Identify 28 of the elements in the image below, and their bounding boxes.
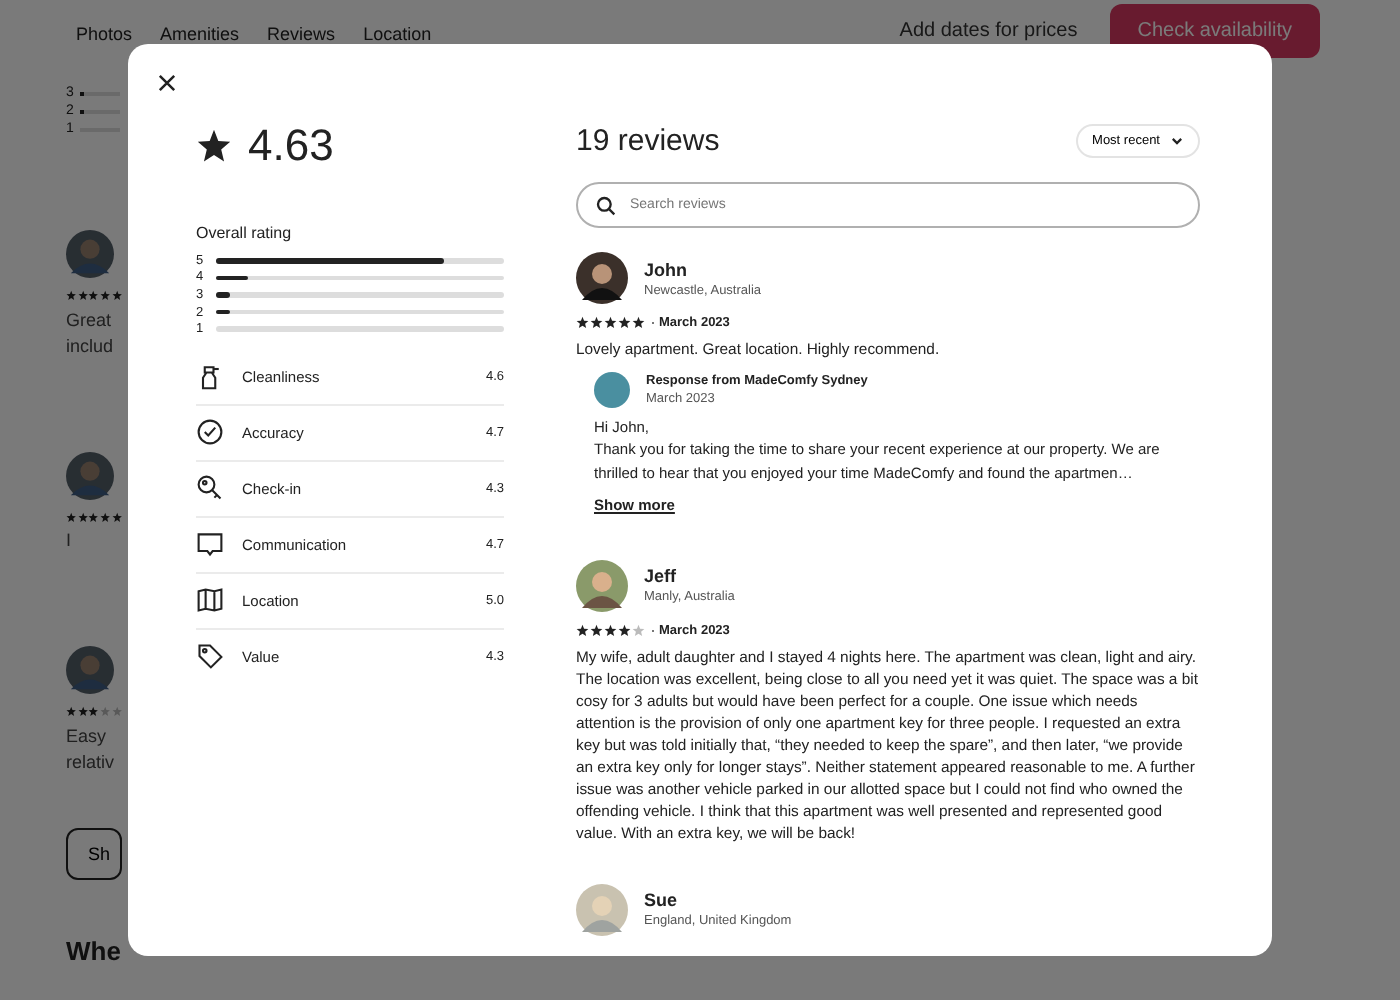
check-circle-icon — [196, 418, 224, 447]
nav-tab[interactable]: Amenities — [160, 24, 240, 44]
key-icon — [196, 474, 224, 503]
review-text: Great — [66, 307, 114, 333]
section-heading: Whe — [66, 935, 122, 965]
speech-bubble-icon — [196, 530, 224, 559]
price-hint: Add dates for prices — [899, 19, 1078, 41]
average-rating: 4.63 — [248, 120, 334, 172]
show-all-button[interactable]: Sh — [66, 827, 122, 879]
star-icon — [196, 128, 232, 164]
chevron-down-icon — [1170, 134, 1184, 148]
map-icon — [196, 586, 224, 615]
reviewer-name: Jeff — [644, 566, 679, 587]
spray-bottle-icon — [196, 362, 224, 391]
review-text: Easy — [66, 723, 109, 749]
overall-rating-title: Overall rating — [196, 224, 294, 242]
close-icon — [157, 73, 175, 91]
review-text: I — [66, 528, 74, 554]
nav-tab[interactable]: Photos — [76, 24, 133, 44]
review-text: relativ — [66, 749, 117, 775]
reviewer-name: John — [644, 259, 689, 279]
nav-tab[interactable]: Reviews — [267, 24, 336, 44]
reviews-count: 19 reviews — [576, 124, 720, 158]
tag-icon — [196, 642, 224, 671]
logo-icon — [594, 372, 630, 408]
reviewer-name: Sue — [644, 890, 680, 911]
nav-tab[interactable]: Location — [363, 24, 432, 44]
review-text: includ — [66, 333, 116, 359]
